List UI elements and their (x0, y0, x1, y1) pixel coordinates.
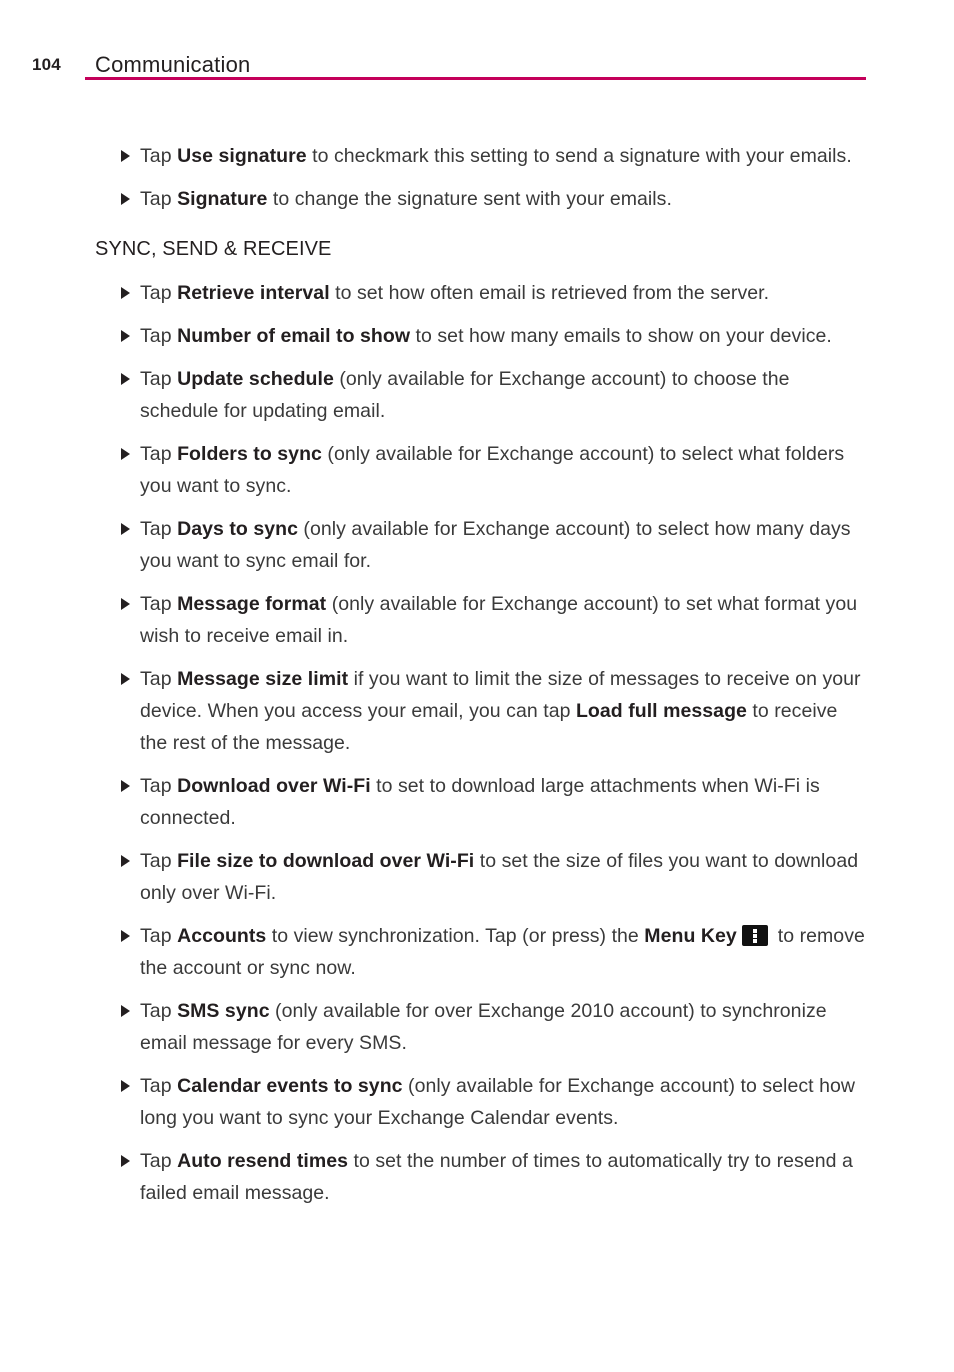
page-number: 104 (32, 55, 61, 74)
bullet-text: to set how often email is retrieved from… (329, 282, 770, 304)
menu-key-dot (753, 929, 758, 933)
setting-name: Accounts (177, 925, 267, 947)
triangle-right-icon (121, 673, 130, 685)
setting-name: Use signature (177, 145, 307, 167)
bullet-text: Tap (140, 368, 178, 390)
bullet-text: Tap (140, 145, 178, 167)
section-bullet-item-2: Tap Update schedule (only available for … (0, 363, 954, 427)
header-divider (85, 77, 866, 80)
triangle-right-icon (121, 598, 130, 610)
bullet-text: Tap (140, 518, 178, 540)
section-bullet-item-0: Tap Retrieve interval to set how often e… (0, 277, 954, 309)
setting-name: Signature (177, 188, 268, 210)
section-bullet-list: Tap Retrieve interval to set how often e… (0, 277, 954, 1209)
section-bullet-item-5: Tap Message format (only available for E… (0, 588, 954, 652)
bullet-text: Tap (140, 325, 178, 347)
bullet-text: Tap (140, 1075, 178, 1097)
bullet-text: Tap (140, 925, 178, 947)
setting-name: SMS sync (177, 1000, 270, 1022)
menu-key-icon (742, 925, 769, 946)
triangle-right-icon (121, 1080, 130, 1092)
triangle-right-icon (121, 1005, 130, 1017)
triangle-right-icon (121, 930, 130, 942)
bullet-text: to change the signature sent with your e… (267, 188, 672, 210)
setting-name: Load full message (575, 700, 747, 722)
section-bullet-item-12: Tap Auto resend times to set the number … (0, 1145, 954, 1209)
bullet-text: Tap (140, 775, 178, 797)
setting-name: Folders to sync (177, 443, 322, 465)
triangle-right-icon (121, 330, 130, 342)
page-title: Communication (95, 52, 251, 77)
section-bullet-item-1: Tap Number of email to show to set how m… (0, 320, 954, 352)
setting-name: Menu Key (644, 925, 737, 947)
menu-key-dot (753, 934, 758, 938)
bullet-text: Tap (140, 282, 178, 304)
setting-name: Calendar events to sync (177, 1075, 403, 1097)
setting-name: Retrieve interval (177, 282, 330, 304)
section-bullet-item-8: Tap File size to download over Wi-Fi to … (0, 845, 954, 909)
triangle-right-icon (121, 780, 130, 792)
triangle-right-icon (121, 1155, 130, 1167)
section-bullet-item-7: Tap Download over Wi-Fi to set to downlo… (0, 770, 954, 834)
menu-key-dot (753, 939, 758, 943)
triangle-right-icon (121, 523, 130, 535)
setting-name: Days to sync (177, 518, 298, 540)
setting-name: Auto resend times (177, 1150, 349, 1172)
triangle-right-icon (121, 448, 130, 460)
bullet-text: Tap (140, 850, 178, 872)
bullet-text: to view synchronization. Tap (or press) … (266, 925, 645, 947)
setting-name: Message size limit (177, 668, 349, 690)
section-bullet-item-6: Tap Message size limit if you want to li… (0, 663, 954, 759)
setting-name: Number of email to show (177, 325, 411, 347)
page-content: Tap Use signature to checkmark this sett… (0, 140, 954, 1209)
section-bullet-item-3: Tap Folders to sync (only available for … (0, 438, 954, 502)
bullet-text: Tap (140, 443, 178, 465)
section-heading-sync-send-receive: SYNC, SEND & RECEIVE (95, 238, 332, 260)
bullet-text: to set how many emails to show on your d… (410, 325, 832, 347)
bullet-text: Tap (140, 1150, 178, 1172)
page-header: 104 Communication (0, 52, 954, 86)
triangle-right-icon (121, 150, 130, 162)
section-bullet-item-9: Tap Accounts to view synchronization. Ta… (0, 920, 954, 984)
bullet-text: Tap (140, 668, 178, 690)
intro-bullet-item-1: Tap Signature to change the signature se… (0, 183, 954, 215)
triangle-right-icon (121, 193, 130, 205)
bullet-text: Tap (140, 188, 178, 210)
triangle-right-icon (121, 287, 130, 299)
setting-name: Update schedule (177, 368, 334, 390)
bullet-text: Tap (140, 593, 178, 615)
setting-name: File size to download over Wi-Fi (177, 850, 475, 872)
setting-name: Download over Wi-Fi (177, 775, 371, 797)
bullet-text: Tap (140, 1000, 178, 1022)
section-bullet-item-11: Tap Calendar events to sync (only availa… (0, 1070, 954, 1134)
intro-bullet-list: Tap Use signature to checkmark this sett… (0, 140, 954, 215)
triangle-right-icon (121, 855, 130, 867)
bullet-text: to checkmark this setting to send a sign… (306, 145, 852, 167)
intro-bullet-item-0: Tap Use signature to checkmark this sett… (0, 140, 954, 172)
setting-name: Message format (177, 593, 327, 615)
section-bullet-item-10: Tap SMS sync (only available for over Ex… (0, 995, 954, 1059)
triangle-right-icon (121, 373, 130, 385)
section-bullet-item-4: Tap Days to sync (only available for Exc… (0, 513, 954, 577)
